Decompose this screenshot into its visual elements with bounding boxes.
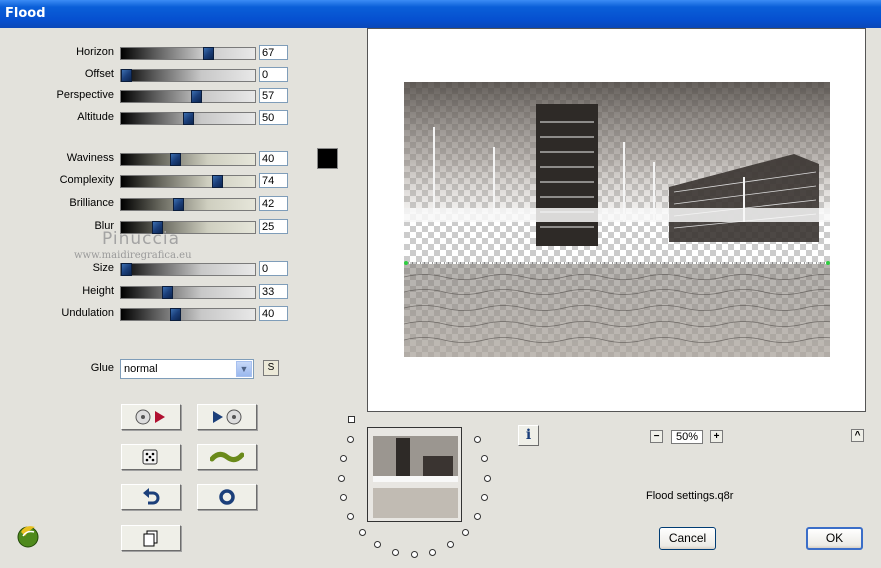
undo-button[interactable] [121, 484, 181, 510]
slider-value-size[interactable]: 0 [259, 261, 288, 276]
slider-track-undulation[interactable] [120, 308, 256, 321]
rotation-dot[interactable] [340, 494, 347, 501]
rotation-dot[interactable] [447, 541, 454, 548]
glue-select-value: normal [124, 363, 158, 375]
rotation-dot[interactable] [338, 475, 345, 482]
slider-track-complexity[interactable] [120, 175, 256, 188]
rotation-dot[interactable] [340, 455, 347, 462]
slider-label-horizon: Horizon [76, 46, 114, 58]
navigator-corner-handle[interactable] [348, 416, 355, 423]
slider-value-altitude[interactable]: 50 [259, 110, 288, 125]
ok-button[interactable]: OK [806, 527, 863, 550]
wave-icon [210, 451, 244, 463]
slider-label-blur: Blur [94, 220, 114, 232]
rotation-dot[interactable] [474, 513, 481, 520]
preview-image [404, 82, 830, 357]
slider-label-waviness: Waviness [66, 152, 114, 164]
slider-track-offset[interactable] [120, 69, 256, 82]
slider-track-height[interactable] [120, 286, 256, 299]
ring-icon [219, 489, 235, 505]
slider-track-horizon[interactable] [120, 47, 256, 60]
chevron-up-icon[interactable]: ^ [851, 429, 864, 442]
slider-label-offset: Offset [84, 68, 114, 80]
info-button[interactable]: i [518, 425, 539, 446]
rotation-dot[interactable] [347, 513, 354, 520]
slider-track-brilliance[interactable] [120, 198, 256, 211]
glue-label: Glue [90, 362, 114, 374]
randomize-button[interactable] [121, 444, 181, 470]
title-bar: Flood [0, 0, 881, 28]
slider-label-complexity: Complexity [59, 174, 114, 186]
rotation-dot[interactable] [474, 436, 481, 443]
rotation-dot[interactable] [374, 541, 381, 548]
load-preset-button[interactable] [121, 404, 181, 430]
arrow-disc-icon [213, 409, 242, 425]
slider-thumb-offset[interactable] [121, 69, 132, 82]
slider-thumb-horizon[interactable] [203, 47, 214, 60]
reset-button[interactable] [197, 484, 257, 510]
rotation-dot[interactable] [359, 529, 366, 536]
zoom-level: 50% [671, 430, 703, 444]
glue-s-button[interactable]: S [263, 360, 279, 376]
copy-button[interactable] [121, 525, 181, 551]
preview-panel[interactable] [367, 28, 866, 412]
save-preset-button[interactable] [197, 404, 257, 430]
watermark-name: Pinuccia [102, 229, 180, 249]
disc-arrow-icon [135, 409, 165, 425]
navigator-thumbnail[interactable] [367, 427, 462, 522]
slider-value-brilliance[interactable]: 42 [259, 196, 288, 211]
app-logo-icon [17, 526, 39, 548]
rotation-dot[interactable] [411, 551, 418, 558]
slider-track-perspective[interactable] [120, 90, 256, 103]
rotation-dot[interactable] [484, 475, 491, 482]
slider-thumb-undulation[interactable] [170, 308, 181, 321]
slider-thumb-brilliance[interactable] [173, 198, 184, 211]
rotation-dot[interactable] [462, 529, 469, 536]
slider-value-complexity[interactable]: 74 [259, 173, 288, 188]
color-swatch[interactable] [317, 148, 338, 169]
wave-button[interactable] [197, 444, 257, 470]
cancel-button[interactable]: Cancel [659, 527, 716, 550]
slider-track-waviness[interactable] [120, 153, 256, 166]
rotation-dot[interactable] [392, 549, 399, 556]
slider-track-size[interactable] [120, 263, 256, 276]
slider-label-size: Size [92, 262, 114, 274]
slider-thumb-perspective[interactable] [191, 90, 202, 103]
slider-value-blur[interactable]: 25 [259, 219, 288, 234]
glue-select[interactable]: normal ▼ [120, 359, 254, 379]
slider-thumb-height[interactable] [162, 286, 173, 299]
slider-thumb-size[interactable] [121, 263, 132, 276]
rotation-dot[interactable] [347, 436, 354, 443]
undo-icon [143, 488, 160, 505]
slider-value-height[interactable]: 33 [259, 284, 288, 299]
slider-value-waviness[interactable]: 40 [259, 151, 288, 166]
slider-value-undulation[interactable]: 40 [259, 306, 288, 321]
dice-icon [142, 449, 158, 465]
slider-track-altitude[interactable] [120, 112, 256, 125]
slider-thumb-altitude[interactable] [183, 112, 194, 125]
slider-label-altitude: Altitude [77, 111, 114, 123]
copy-icon [143, 530, 158, 547]
slider-label-height: Height [82, 285, 114, 297]
settings-filename: Flood settings.q8r [646, 490, 734, 502]
rotation-dot[interactable] [481, 494, 488, 501]
chevron-down-icon[interactable]: ▼ [236, 361, 252, 377]
zoom-in-button[interactable]: + [710, 430, 723, 443]
slider-label-undulation: Undulation [61, 307, 114, 319]
slider-label-perspective: Perspective [56, 89, 114, 101]
slider-thumb-waviness[interactable] [170, 153, 181, 166]
slider-value-horizon[interactable]: 67 [259, 45, 288, 60]
slider-value-perspective[interactable]: 57 [259, 88, 288, 103]
slider-value-offset[interactable]: 0 [259, 67, 288, 82]
watermark-url: www.maidiregrafica.eu [74, 250, 192, 261]
zoom-out-button[interactable]: − [650, 430, 663, 443]
rotation-dot[interactable] [429, 549, 436, 556]
rotation-dot[interactable] [481, 455, 488, 462]
slider-label-brilliance: Brilliance [69, 197, 114, 209]
slider-thumb-complexity[interactable] [212, 175, 223, 188]
window-title: Flood [5, 6, 46, 21]
